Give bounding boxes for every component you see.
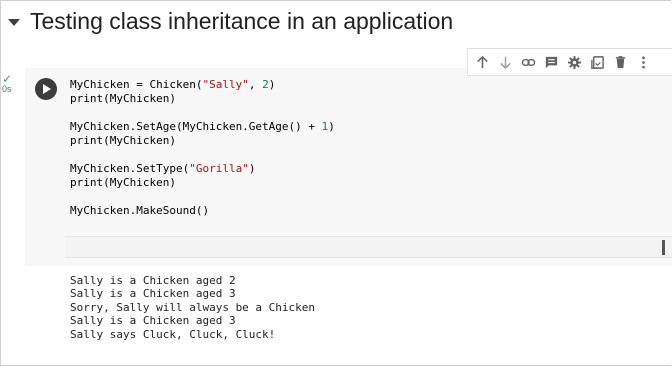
more-options-icon xyxy=(641,56,645,68)
output-line: Sorry, Sally will always be a Chicken xyxy=(70,300,316,314)
move-up-button[interactable] xyxy=(472,52,492,72)
comment-button[interactable] xyxy=(541,52,561,72)
settings-button[interactable] xyxy=(564,52,584,72)
active-line xyxy=(65,236,672,258)
success-check-icon: ✓ xyxy=(2,72,13,86)
run-cell-button[interactable] xyxy=(35,78,57,100)
delete-icon xyxy=(615,55,625,68)
delete-cell-button[interactable] xyxy=(610,52,630,72)
mirror-cell-icon xyxy=(590,55,604,69)
scroll-cursor xyxy=(662,240,665,255)
code-line: print(MyChicken) xyxy=(70,176,176,189)
code-text[interactable]: MyChicken = Chicken("Sally", 2) print(My… xyxy=(70,78,335,218)
more-options-button[interactable] xyxy=(633,52,653,72)
execution-time: 0s xyxy=(2,84,12,94)
arrow-down-icon xyxy=(499,56,511,69)
gear-icon xyxy=(567,55,581,69)
cell-toolbar xyxy=(467,48,672,76)
output-line: Sally is a Chicken aged 3 xyxy=(70,314,236,328)
code-line: print(MyChicken) xyxy=(70,134,176,147)
output-line: Sally says Cluck, Cluck, Cluck! xyxy=(70,327,276,341)
code-line: MyChicken.MakeSound() xyxy=(70,204,210,217)
link-icon xyxy=(521,58,535,66)
link-button[interactable] xyxy=(518,52,538,72)
arrow-up-icon xyxy=(476,55,488,68)
comment-icon xyxy=(545,56,557,68)
code-line: MyChicken = Chicken("Sally", 2) xyxy=(70,78,276,91)
section-heading[interactable]: Testing class inheritance in an applicat… xyxy=(8,6,453,36)
cell-output: Sally is a Chicken aged 2 Sally is a Chi… xyxy=(70,274,315,341)
code-line: MyChicken.SetType("Gorilla") xyxy=(70,162,256,175)
mirror-cell-button[interactable] xyxy=(587,52,607,72)
output-line: Sally is a Chicken aged 3 xyxy=(70,287,236,301)
code-editor[interactable]: MyChicken = Chicken("Sally", 2) print(My… xyxy=(65,68,672,266)
collapse-caret-icon[interactable] xyxy=(8,18,20,26)
execution-status: ✓ 0s xyxy=(2,72,22,94)
code-line: MyChicken.SetAge(MyChicken.GetAge() + 1) xyxy=(70,120,335,133)
section-title: Testing class inheritance in an applicat… xyxy=(30,7,454,34)
code-line: print(MyChicken) xyxy=(70,92,176,105)
move-down-button[interactable] xyxy=(495,52,515,72)
output-line: Sally is a Chicken aged 2 xyxy=(70,274,236,287)
